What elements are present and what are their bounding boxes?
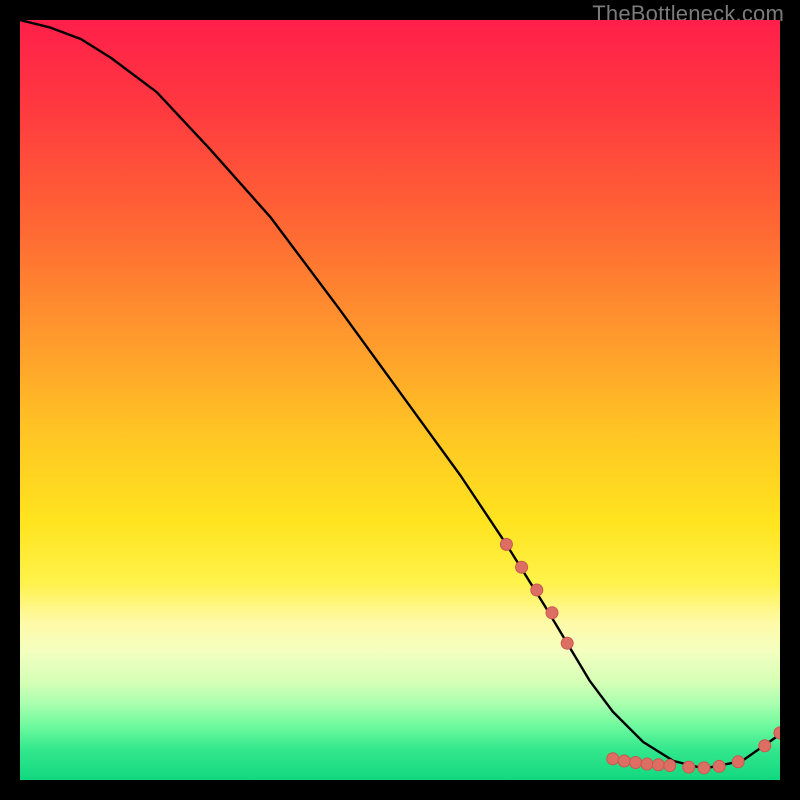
data-marker — [732, 756, 744, 768]
curve-svg — [20, 20, 780, 780]
data-marker — [683, 761, 695, 773]
data-marker — [641, 758, 653, 770]
data-marker — [630, 757, 642, 769]
data-marker — [561, 637, 573, 649]
data-marker — [546, 607, 558, 619]
data-marker — [500, 538, 512, 550]
data-marker — [713, 760, 725, 772]
plot-area — [20, 20, 780, 780]
data-marker — [698, 762, 710, 774]
data-marker — [607, 753, 619, 765]
chart-stage: TheBottleneck.com — [0, 0, 800, 800]
data-marker — [516, 561, 528, 573]
data-marker — [664, 760, 676, 772]
data-marker — [759, 740, 771, 752]
data-marker — [531, 584, 543, 596]
data-marker — [618, 755, 630, 767]
data-marker — [652, 759, 664, 771]
bottleneck-curve — [20, 20, 780, 769]
